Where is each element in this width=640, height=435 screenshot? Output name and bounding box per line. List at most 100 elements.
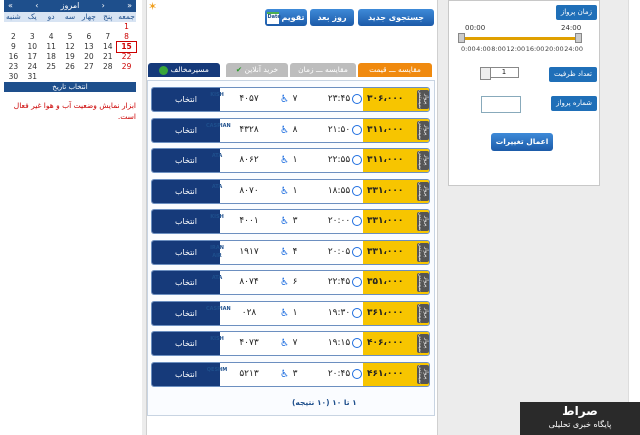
calendar-day[interactable]: 26	[61, 62, 80, 72]
calendar-day[interactable]: 5	[61, 32, 80, 42]
next-year-button[interactable]: »	[127, 0, 132, 12]
apply-changes-button[interactable]: اعمال تغییرات	[491, 133, 553, 151]
airline-logo: ATA	[211, 183, 223, 190]
calendar-day[interactable]: 2	[4, 32, 23, 42]
prev-year-button[interactable]: «	[8, 0, 13, 12]
calendar-day[interactable]: 19	[61, 52, 80, 62]
calendar-day[interactable]: 17	[23, 52, 42, 62]
calendar-day[interactable]: 6	[79, 32, 98, 42]
system-flight-tag: پرواز سیستمی	[417, 212, 429, 231]
flight-row: انتخاب IRAN AIR ۱۹۱۷ ♿ ۴ ۲۰:۰۵ ۳۳۱،۰۰۰ پرواز سی…	[151, 239, 430, 265]
prev-month-button[interactable]: ‹	[35, 0, 38, 12]
calendar-day[interactable]: 10	[23, 42, 42, 52]
calendar-day	[98, 72, 117, 82]
flight-number: ۸۰۶۲	[239, 155, 259, 165]
scrollbar[interactable]	[628, 0, 640, 435]
calendar-day[interactable]: 8	[117, 32, 136, 42]
flight-row: انتخاب CASPIAN ۰۲۸ ♿ ۱ ۱۹:۳۰ ۳۶۱،۰۰۰ پرواز سیست…	[151, 300, 430, 326]
calendar-day[interactable]: 4	[42, 32, 61, 42]
calendar-day[interactable]: 28	[98, 62, 117, 72]
today-button[interactable]: امروز	[61, 0, 80, 12]
capacity: ۷	[292, 338, 298, 348]
slider-min-handle[interactable]	[458, 33, 465, 43]
calendar-day[interactable]: 27	[79, 62, 98, 72]
price-box: ۳۶۱،۰۰۰ پرواز سیستمی	[363, 301, 429, 325]
flight-number: ۴۳۲۸	[239, 124, 259, 135]
calendar-header: « ‹ امروز › »	[4, 0, 136, 12]
weekday-label: پنج	[98, 12, 118, 22]
calendar-day[interactable]: 25	[42, 62, 61, 72]
calendar-day[interactable]: 22	[117, 52, 136, 62]
system-flight-tag: پرواز سیستمی	[417, 242, 429, 262]
airline-logo: CASPIAN	[206, 122, 231, 129]
calendar-day	[42, 72, 61, 82]
departure-time: ۲۰:۴۵	[327, 368, 351, 379]
calendar-day[interactable]: 3	[23, 32, 42, 42]
capacity: ۱	[292, 185, 298, 196]
capacity-select[interactable]: 1	[480, 67, 519, 80]
flight-number: ۵۲۱۳	[239, 368, 259, 379]
next-month-button[interactable]: ›	[102, 0, 105, 12]
calendar-day	[23, 22, 42, 32]
calendar-day	[4, 22, 23, 32]
weekday-label: شنبه	[4, 12, 23, 22]
calendar-day[interactable]: 21	[98, 52, 117, 62]
date-picker: « ‹ امروز › » شنبه یک دو سه چهار پنج جمعه 1 2 3 4 5…	[4, 0, 137, 92]
calendar-day[interactable]: 29	[117, 62, 136, 72]
slider-tick: 16:00	[525, 45, 545, 53]
calendar-day[interactable]: 12	[61, 42, 80, 52]
time-range-slider[interactable]	[458, 33, 582, 43]
airline-logo: ATA	[211, 153, 223, 159]
tab-compare-price[interactable]: مقایسه ـــ قیمت	[358, 63, 432, 77]
calendar-day[interactable]: 11	[42, 42, 61, 52]
calendar-day[interactable]: 20	[79, 52, 98, 62]
clock-icon	[352, 94, 362, 104]
calendar-day[interactable]: 1	[117, 22, 136, 32]
calendar-day[interactable]: 31	[23, 72, 42, 82]
departure-time: ۲۲:۴۵	[327, 277, 351, 287]
calendar-day[interactable]: 13	[79, 42, 98, 52]
system-flight-tag: پرواز سیستمی	[417, 181, 429, 201]
calendar-day[interactable]: 9	[4, 42, 23, 52]
flight-row: انتخاب ATA ۸۰۶۲ ♿ ۱ ۲۲:۵۵ ۳۱۱،۰۰۰ پرواز سیستمی	[151, 148, 430, 173]
calendar-day[interactable]: 16	[4, 52, 23, 62]
new-search-button[interactable]: جستجوی جدید	[358, 9, 434, 26]
calendar-day	[79, 22, 98, 32]
system-flight-tag: پرواز سیستمی	[417, 151, 429, 170]
airline-logo: KISH	[210, 214, 224, 220]
flight-number-input[interactable]	[481, 96, 521, 113]
watermark-logo: صراط پایگاه خبری تحلیلی	[520, 402, 640, 435]
tab-compare-time[interactable]: مقایسه ـــ زمان	[290, 63, 356, 77]
price-box: ۳۳۱،۰۰۰ پرواز سیستمی	[363, 179, 429, 203]
calendar-day[interactable]: 14	[98, 42, 117, 52]
calendar-day[interactable]: 24	[23, 62, 42, 72]
next-day-button[interactable]: روز بعد	[310, 9, 354, 26]
calendar-day[interactable]: 30	[4, 72, 23, 82]
price: ۳۱۱،۰۰۰	[367, 155, 404, 165]
flight-row: انتخاب ATA ۸۰۷۰ ♿ ۱ ۱۸:۵۵ ۳۳۱،۰۰۰ پرواز سیستمی	[151, 178, 430, 204]
slider-max-handle[interactable]	[575, 33, 582, 43]
slider-tick: 24:00	[564, 45, 583, 53]
flight-number: ۴۰۰۱	[239, 216, 259, 226]
calendar-day[interactable]: 7	[98, 32, 117, 42]
price-box: ۳۳۱،۰۰۰ پرواز سیستمی	[363, 240, 429, 264]
departure-time: ۲۱:۵۰	[327, 124, 351, 135]
price: ۳۶۱،۰۰۰	[367, 307, 404, 318]
system-flight-tag: پرواز سیستمی	[417, 334, 429, 353]
price: ۳۵۱،۰۰۰	[367, 277, 404, 287]
seat-icon: ♿	[280, 307, 289, 319]
select-date-button[interactable]: انتخاب تاریخ	[4, 82, 136, 92]
tab-online-purchase[interactable]: ✔ خرید آنلاین	[226, 63, 288, 77]
seat-icon: ♿	[280, 338, 289, 349]
clock-icon	[352, 246, 362, 257]
flight-row: انتخاب CASPIAN ۴۳۲۸ ♿ ۸ ۲۱:۵۰ ۳۱۱،۰۰۰ پرواز سیس…	[151, 117, 430, 143]
seat-icon: ♿	[280, 246, 289, 258]
departure-time: ۲۰:۰۰	[327, 216, 351, 226]
clock-icon	[352, 155, 362, 165]
calendar-day[interactable]: 18	[42, 52, 61, 62]
tab-reverse-route[interactable]: مسیرمخالف	[148, 63, 220, 77]
calendar-button[interactable]: Dateتقویم	[265, 9, 307, 26]
calendar-day[interactable]: 15	[116, 41, 137, 53]
date-icon: Date	[267, 11, 281, 24]
calendar-day[interactable]: 23	[4, 62, 23, 72]
